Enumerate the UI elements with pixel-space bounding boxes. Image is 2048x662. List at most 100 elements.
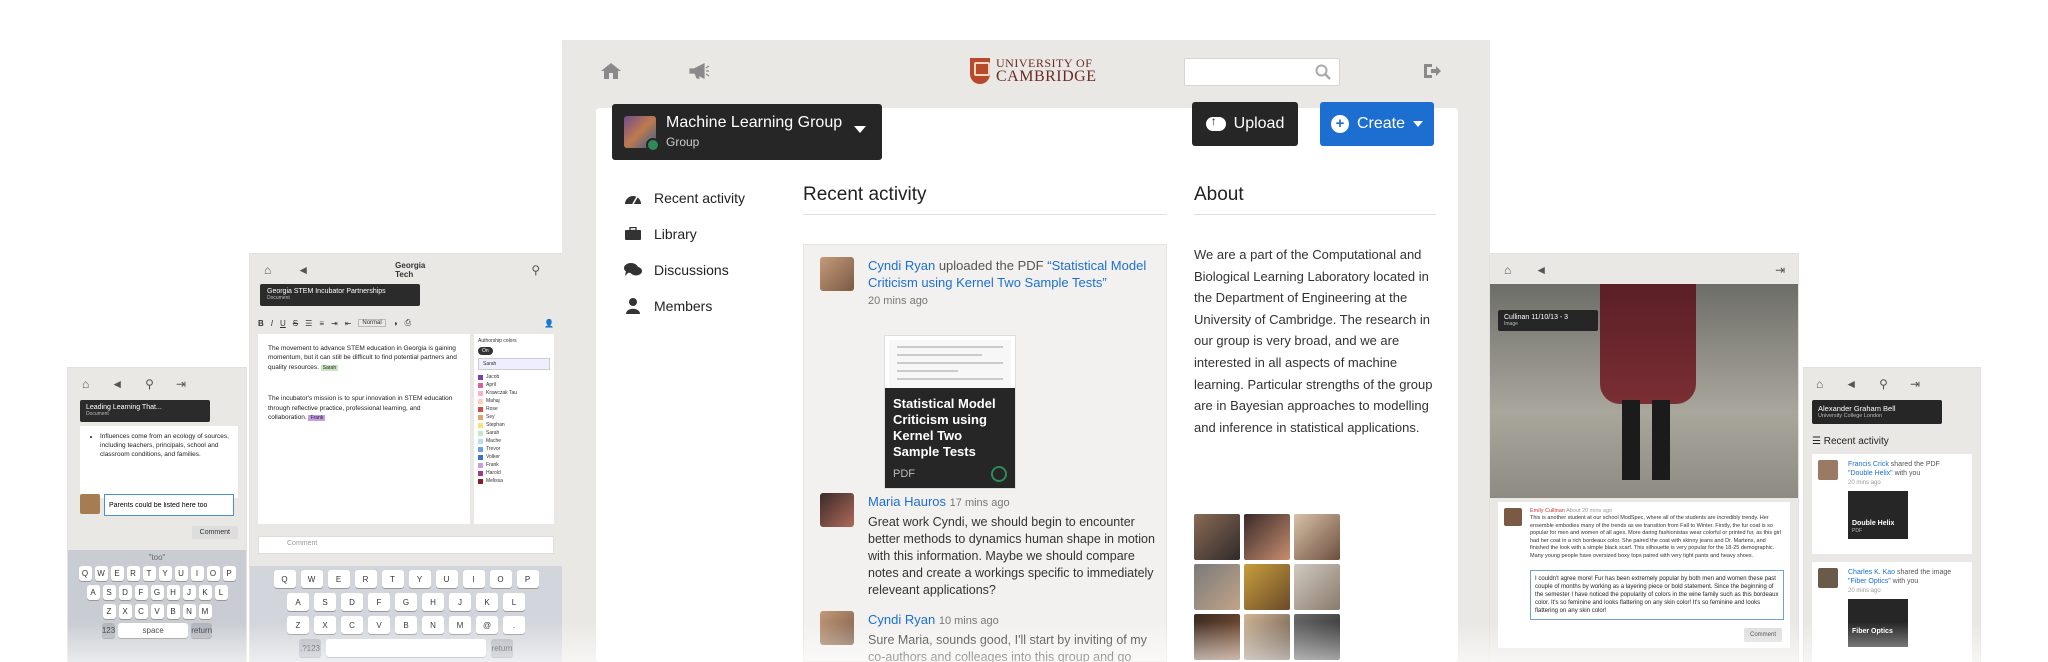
author-row[interactable]: Melissa [478, 478, 550, 484]
search-input[interactable] [1185, 59, 1305, 85]
author-row[interactable]: Harold [478, 470, 550, 476]
create-button[interactable]: + Create [1320, 102, 1434, 146]
author-row[interactable]: Trevor [478, 446, 550, 452]
document-thumbnail[interactable]: Double Helix PDF [1848, 490, 1908, 539]
author-row[interactable]: Mahaj [478, 398, 550, 404]
key-m[interactable]: M [198, 604, 212, 619]
sign-out-icon[interactable]: ⇥ [176, 378, 186, 390]
search-icon[interactable]: ⚲ [531, 264, 540, 276]
key-j[interactable]: J [182, 585, 196, 600]
sign-out-icon[interactable]: ⇥ [1910, 378, 1920, 390]
key-v[interactable]: V [368, 616, 390, 634]
key-h[interactable]: H [166, 585, 180, 600]
key-k[interactable]: K [476, 593, 498, 611]
key-123[interactable]: .?123 [299, 639, 321, 657]
reply-input[interactable]: I couldn't agree more! Fur has been extr… [1530, 569, 1784, 621]
author-link[interactable]: Charles K. Kao [1848, 569, 1895, 576]
author-link[interactable]: Maria Hauros [868, 494, 946, 509]
upload-button[interactable]: Upload [1192, 102, 1298, 146]
comment-button[interactable]: Comment [1743, 627, 1782, 642]
search-icon[interactable]: ⚲ [1879, 378, 1888, 390]
editor-document[interactable]: The movement to advance STEM education i… [258, 334, 470, 524]
key-a[interactable]: A [86, 585, 100, 600]
key-s[interactable]: S [102, 585, 116, 600]
key-space[interactable] [326, 639, 486, 657]
author-link[interactable]: Cyndi Ryan [868, 612, 935, 627]
bold-button[interactable]: B [258, 319, 264, 328]
indent-icon[interactable]: ⇥ [331, 319, 338, 328]
member-avatar[interactable] [1244, 514, 1290, 560]
underline-button[interactable]: U [280, 319, 286, 328]
key-d[interactable]: D [341, 593, 363, 611]
home-icon[interactable] [600, 62, 622, 80]
key-v[interactable]: V [150, 604, 164, 619]
author-row[interactable]: Mache [478, 438, 550, 444]
key-x[interactable]: X [314, 616, 336, 634]
key-q[interactable]: Q [273, 570, 296, 588]
author-row[interactable]: Krawczak Tau [478, 390, 550, 396]
member-avatar[interactable] [1294, 564, 1340, 610]
member-avatar[interactable] [1244, 564, 1290, 610]
member-avatar[interactable] [1294, 614, 1340, 660]
key-z[interactable]: Z [102, 604, 116, 619]
author-row[interactable]: Sey [478, 414, 550, 420]
author-row[interactable]: Volker [478, 454, 550, 460]
italic-button[interactable]: I [271, 319, 273, 328]
megaphone-icon[interactable]: ◄ [111, 378, 123, 390]
key-i[interactable]: I [190, 566, 204, 581]
key-r[interactable]: R [354, 570, 377, 588]
key-n[interactable]: N [422, 616, 444, 634]
comment-button[interactable]: Comment [191, 526, 238, 539]
sign-out-icon[interactable]: ⇥ [1775, 264, 1785, 276]
key-t[interactable]: T [142, 566, 156, 581]
member-avatar[interactable] [1194, 614, 1240, 660]
author-link[interactable]: Francis Crick [1848, 461, 1889, 468]
key-w[interactable]: W [300, 570, 323, 588]
document-link[interactable]: "Double Helix" [1848, 470, 1893, 477]
author-row[interactable]: Stephan [478, 422, 550, 428]
key-f[interactable]: F [134, 585, 148, 600]
megaphone-icon[interactable]: ◄ [297, 264, 309, 276]
authorship-toggle[interactable]: On [478, 347, 493, 355]
color-icon[interactable]: ◑ [393, 319, 398, 328]
author-row[interactable]: April [478, 382, 550, 388]
key-sym[interactable]: . [503, 616, 525, 634]
profile-switcher[interactable]: Alexander Graham Bell University College… [1812, 400, 1942, 424]
key-r[interactable]: R [126, 566, 140, 581]
megaphone-icon[interactable]: ◄ [1845, 378, 1857, 390]
megaphone-icon[interactable]: ◄ [1535, 264, 1547, 276]
key-c[interactable]: C [341, 616, 363, 634]
key-n[interactable]: N [182, 604, 196, 619]
key-123[interactable]: 123 [101, 623, 116, 638]
author-row[interactable]: Rose [478, 406, 550, 412]
key-e[interactable]: E [327, 570, 350, 588]
author-row[interactable]: Jacob [478, 374, 550, 380]
key-h[interactable]: H [422, 593, 444, 611]
search-icon[interactable] [1315, 64, 1331, 80]
author-row[interactable]: Sarah [478, 430, 550, 436]
key-f[interactable]: F [368, 593, 390, 611]
key-g[interactable]: G [150, 585, 164, 600]
image-thumbnail[interactable]: Fiber Optics [1848, 598, 1908, 647]
key-u[interactable]: U [174, 566, 188, 581]
selected-author[interactable]: Sarah [478, 358, 550, 370]
home-icon[interactable]: ⌂ [1504, 264, 1511, 276]
home-icon[interactable]: ⌂ [264, 264, 271, 276]
university-logo[interactable]: UNIVERSITY OF CAMBRIDGE [970, 56, 1097, 86]
outdent-icon[interactable]: ⇤ [345, 319, 352, 328]
member-avatar[interactable] [1194, 564, 1240, 610]
key-l[interactable]: L [214, 585, 228, 600]
key-y[interactable]: Y [158, 566, 172, 581]
sign-out-icon[interactable] [1422, 62, 1442, 80]
key-w[interactable]: W [94, 566, 108, 581]
key-d[interactable]: D [118, 585, 132, 600]
key-o[interactable]: O [206, 566, 220, 581]
shared-image[interactable]: Cullinan 11/10/13 - 3 Image [1490, 284, 1798, 498]
member-avatar[interactable] [1194, 514, 1240, 560]
comment-input[interactable]: Comment [258, 536, 554, 554]
nav-recent-activity[interactable]: Recent activity [624, 180, 764, 216]
key-a[interactable]: A [287, 593, 309, 611]
nav-discussions[interactable]: Discussions [624, 252, 764, 288]
key-space[interactable]: space [118, 623, 189, 638]
key-u[interactable]: U [435, 570, 458, 588]
